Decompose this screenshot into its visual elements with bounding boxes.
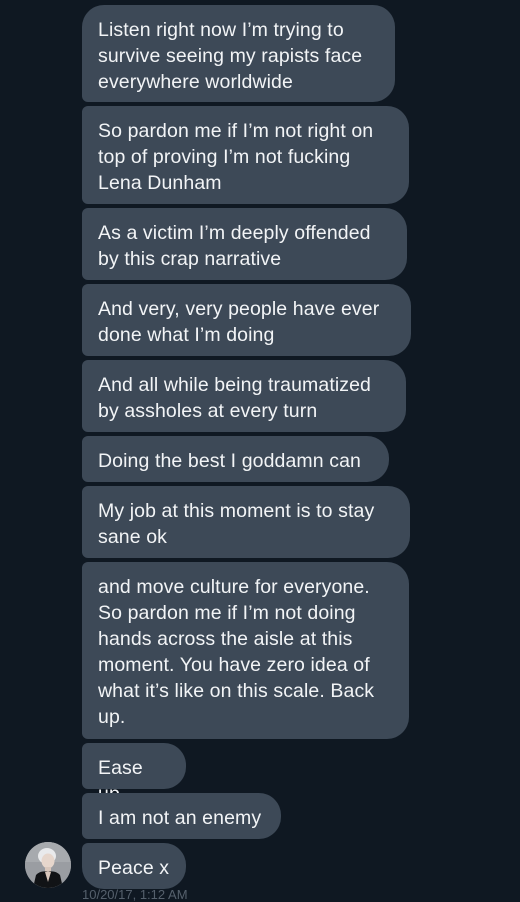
message-bubble[interactable]: Ease up (82, 743, 186, 805)
message-bubble[interactable]: And very, very people have ever done wha… (82, 284, 411, 356)
avatar[interactable] (25, 842, 71, 888)
message-thread: Listen right now I’m trying to survive s… (0, 0, 520, 902)
message-bubble[interactable]: Peace x (82, 843, 186, 889)
message-bubble[interactable]: Listen right now I’m trying to survive s… (82, 5, 395, 102)
message-bubble[interactable]: I am not an enemy (82, 793, 281, 839)
profile-photo (25, 842, 71, 888)
message-bubble[interactable]: My job at this moment is to stay sane ok (82, 486, 410, 558)
message-bubble[interactable]: Doing the best I goddamn can (82, 436, 389, 482)
message-bubble[interactable]: As a victim I’m deeply offended by this … (82, 208, 407, 280)
message-bubble[interactable]: And all while being traumatized by assho… (82, 360, 406, 432)
message-bubble[interactable]: and move culture for everyone. So pardon… (82, 562, 409, 739)
message-bubble[interactable]: So pardon me if I’m not right on top of … (82, 106, 409, 204)
